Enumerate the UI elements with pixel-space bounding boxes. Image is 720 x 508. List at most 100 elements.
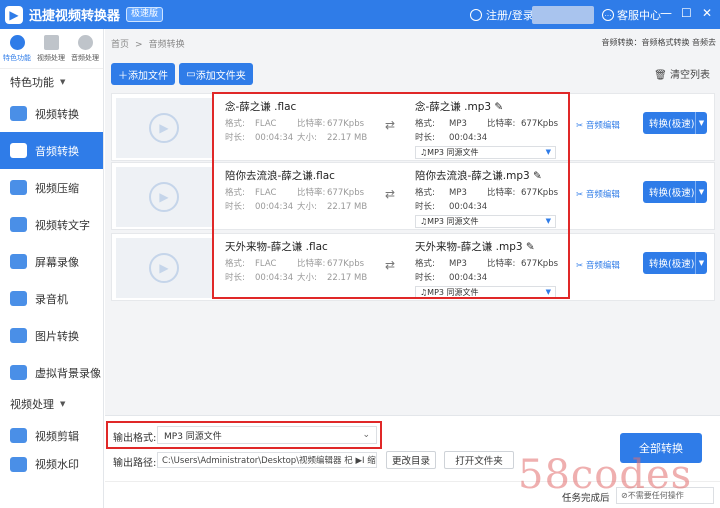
sidebar-item-label: 音频转换 — [35, 144, 79, 158]
minimize-button[interactable]: — — [660, 6, 672, 20]
chat-icon: … — [602, 9, 614, 21]
camera-icon — [10, 365, 27, 380]
edition-badge: 极速版 — [126, 7, 164, 22]
film-icon — [43, 35, 59, 50]
caret-down-icon: ▼ — [60, 78, 66, 86]
breadcrumb: 首页 > 音频转换 — [111, 37, 191, 50]
thumbnail: ▶ — [116, 98, 212, 158]
open-folder-button[interactable]: 打开文件夹 — [444, 451, 514, 469]
star-icon — [9, 35, 25, 50]
add-file-button[interactable]: ＋ 添加文件 — [111, 63, 175, 85]
sidebar-item-video-edit[interactable]: 视频剪辑 — [0, 417, 103, 454]
caret-down-icon[interactable]: ▼ — [695, 112, 707, 134]
caret-down-icon[interactable]: ▼ — [695, 181, 707, 203]
sidebar-item-watermark[interactable]: 视频水印 — [0, 454, 103, 474]
compress-icon — [10, 180, 27, 195]
service-label: 客服中心 — [617, 9, 661, 22]
tab-label: 音频处理 — [71, 54, 99, 62]
highlight-box — [212, 92, 570, 299]
play-icon: ▶ — [149, 253, 179, 283]
section-label: 视频处理 — [10, 398, 54, 411]
sidebar-item-virtual-bg[interactable]: 虚拟背景录像 — [0, 354, 103, 391]
section-label: 特色功能 — [10, 76, 54, 89]
caret-down-icon: ▼ — [60, 400, 66, 408]
app-title: 迅捷视频转换器 — [29, 9, 121, 24]
sidebar-item-label: 视频剪辑 — [35, 429, 79, 443]
audio-edit-button[interactable]: ✂ 音频编辑 — [576, 259, 620, 271]
breadcrumb-sep: > — [135, 40, 143, 50]
add-folder-button[interactable]: ▭ 添加文件夹 — [179, 63, 253, 85]
highlight-box — [106, 421, 382, 449]
user-icon — [470, 9, 482, 21]
toolbar: ＋ 添加文件 ▭ 添加文件夹 🗑 清空列表 — [105, 59, 720, 91]
output-path-field[interactable]: C:\Users\Administrator\Desktop\视频编辑器 杞 ▶… — [157, 452, 377, 468]
caret-down-icon[interactable]: ▼ — [695, 252, 707, 274]
breadcrumb-home[interactable]: 首页 — [111, 40, 129, 50]
thumbnail: ▶ — [116, 238, 212, 298]
tab-featured[interactable]: 特色功能 — [0, 29, 34, 68]
section-video[interactable]: 视频处理 ▼ — [0, 391, 103, 417]
video-convert-icon — [10, 106, 27, 121]
audio-edit-label: 音频编辑 — [585, 261, 620, 271]
title-bar: ▶ 迅捷视频转换器 极速版 注册/登录 … 客服中心 — ☐ ✕ — [0, 0, 720, 29]
sidebar-item-label: 屏幕录像 — [35, 255, 79, 269]
login-label: 注册/登录 — [486, 9, 534, 22]
customer-service-link[interactable]: … 客服中心 — [602, 7, 661, 23]
audio-edit-label: 音频编辑 — [585, 190, 620, 200]
maximize-button[interactable]: ☐ — [681, 6, 692, 20]
convert-button[interactable]: 转换(极速) ▼ — [643, 252, 707, 274]
add-folder-label: 添加文件夹 — [195, 70, 246, 82]
sidebar-item-label: 录音机 — [35, 292, 68, 306]
watermark: 58codes — [518, 452, 693, 498]
scissors-icon: ✂ — [576, 190, 586, 200]
tab-audio[interactable]: 音频处理 — [68, 29, 102, 68]
sidebar-item-label: 虚拟背景录像 — [35, 366, 101, 380]
main-area: 首页 > 音频转换 音频转换：音频格式转换 音频去 ＋ 添加文件 ▭ 添加文件夹 🗑… — [105, 29, 720, 508]
audio-edit-button[interactable]: ✂ 音频编辑 — [576, 188, 620, 200]
image-icon — [10, 328, 27, 343]
sidebar-item-label: 视频转换 — [35, 107, 79, 121]
play-icon: ▶ — [149, 113, 179, 143]
convert-label: 转换(极速) — [649, 119, 695, 130]
convert-button[interactable]: 转换(极速) ▼ — [643, 181, 707, 203]
audio-convert-icon — [10, 143, 27, 158]
sidebar-item-audio-convert[interactable]: 音频转换 — [0, 132, 103, 169]
add-file-label: 添加文件 — [128, 70, 168, 82]
tab-video[interactable]: 视频处理 — [34, 29, 68, 68]
account-name-redacted — [532, 6, 594, 24]
convert-label: 转换(极速) — [649, 259, 695, 270]
close-button[interactable]: ✕ — [702, 6, 712, 20]
login-link[interactable]: 注册/登录 — [470, 7, 534, 23]
sidebar-item-image-convert[interactable]: 图片转换 — [0, 317, 103, 354]
thumbnail: ▶ — [116, 167, 212, 227]
plus-icon: ＋ — [118, 70, 128, 82]
audio-edit-button[interactable]: ✂ 音频编辑 — [576, 119, 620, 131]
microphone-icon — [10, 291, 27, 306]
sidebar-item-recorder[interactable]: 录音机 — [0, 280, 103, 317]
sidebar-item-video-to-text[interactable]: 视频转文字 — [0, 206, 103, 243]
folder-icon: ▭ — [186, 68, 196, 80]
sidebar-item-video-convert[interactable]: 视频转换 — [0, 95, 103, 132]
section-featured[interactable]: 特色功能 ▼ — [0, 69, 103, 95]
sidebar: 特色功能 视频处理 音频处理 特色功能 ▼ 视频转换 音频转换 视频压缩 视频转文… — [0, 29, 104, 508]
app-logo-icon: ▶ — [5, 5, 23, 24]
change-directory-button[interactable]: 更改目录 — [386, 451, 436, 469]
sidebar-item-screen-record[interactable]: 屏幕录像 — [0, 243, 103, 280]
tab-label: 视频处理 — [37, 54, 65, 62]
clear-list-label: 清空列表 — [670, 70, 710, 81]
audio-settings-text[interactable]: 音频转换：音频格式转换 音频去 — [601, 37, 716, 48]
breadcrumb-current: 音频转换 — [148, 40, 185, 50]
sidebar-item-label: 视频转文字 — [35, 218, 90, 232]
output-path-label: 输出路径: — [113, 458, 157, 469]
trash-icon: 🗑 — [654, 70, 670, 81]
sidebar-tabs: 特色功能 视频处理 音频处理 — [0, 29, 103, 69]
sidebar-item-label: 视频水印 — [35, 458, 79, 471]
sidebar-item-label: 视频压缩 — [35, 181, 79, 195]
clear-list-button[interactable]: 🗑 清空列表 — [654, 66, 710, 81]
sidebar-item-video-compress[interactable]: 视频压缩 — [0, 169, 103, 206]
sidebar-item-label: 图片转换 — [35, 329, 79, 343]
scissors-icon — [10, 428, 27, 443]
convert-button[interactable]: 转换(极速) ▼ — [643, 112, 707, 134]
scissors-icon: ✂ — [576, 261, 586, 271]
scissors-icon: ✂ — [576, 121, 586, 131]
